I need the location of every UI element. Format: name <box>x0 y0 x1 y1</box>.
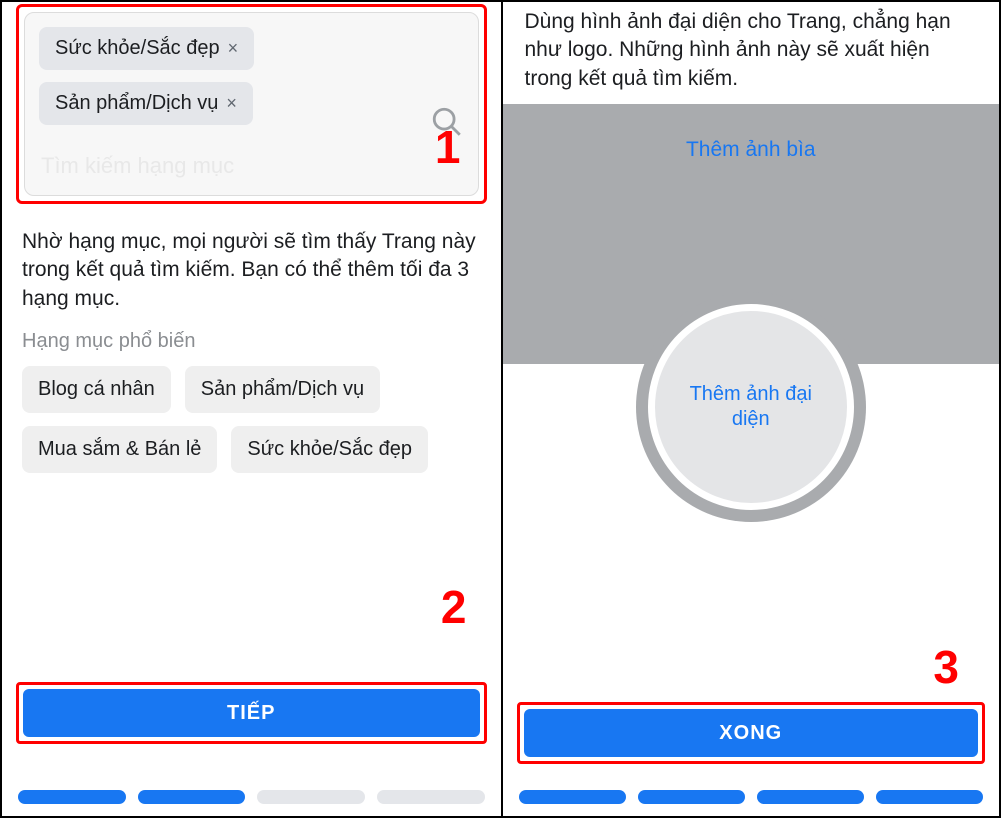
chip-health-beauty[interactable]: Sức khỏe/Sắc đẹp × <box>39 27 254 70</box>
progress-seg-4 <box>377 790 485 804</box>
popular-shopping[interactable]: Mua sắm & Bán lẻ <box>22 426 217 473</box>
chip-label: Sức khỏe/Sắc đẹp <box>55 37 220 60</box>
chip-product-service[interactable]: Sản phẩm/Dịch vụ × <box>39 82 253 125</box>
progress-seg-3 <box>757 790 864 804</box>
popular-product-service[interactable]: Sản phẩm/Dịch vụ <box>185 366 380 413</box>
app-frame: Sức khỏe/Sắc đẹp × Sản phẩm/Dịch vụ × Tì… <box>0 0 1001 818</box>
annotation-box-2: TIẾP <box>16 682 487 744</box>
progress-bar <box>18 790 485 804</box>
progress-seg-2 <box>638 790 745 804</box>
chip-label: Sản phẩm/Dịch vụ <box>55 92 218 115</box>
pane-categories: Sức khỏe/Sắc đẹp × Sản phẩm/Dịch vụ × Tì… <box>2 2 501 816</box>
image-help-text: Dùng hình ảnh đại diện cho Trang, chẳng … <box>525 8 978 93</box>
popular-row-2: Mua sắm & Bán lẻ Sức khỏe/Sắc đẹp <box>22 426 428 473</box>
popular-blog[interactable]: Blog cá nhân <box>22 366 171 413</box>
popular-health[interactable]: Sức khỏe/Sắc đẹp <box>231 426 428 473</box>
progress-seg-3 <box>257 790 365 804</box>
progress-seg-4 <box>876 790 983 804</box>
annotation-box-3: XONG <box>517 702 986 764</box>
category-help-text: Nhờ hạng mục, mọi người sẽ tìm thấy Tran… <box>22 228 481 313</box>
annotation-number-1: 1 <box>435 120 461 174</box>
add-avatar-link[interactable]: Thêm ảnh đại diện <box>676 382 826 432</box>
annotation-number-3: 3 <box>933 640 959 694</box>
selected-chips: Sức khỏe/Sắc đẹp × Sản phẩm/Dịch vụ × <box>39 27 464 125</box>
close-icon[interactable]: × <box>228 38 239 59</box>
progress-seg-2 <box>138 790 246 804</box>
avatar-ring[interactable]: Thêm ảnh đại diện <box>648 304 854 510</box>
annotation-box-1: Sức khỏe/Sắc đẹp × Sản phẩm/Dịch vụ × Tì… <box>16 4 487 204</box>
done-button[interactable]: XONG <box>524 709 979 757</box>
progress-seg-1 <box>519 790 626 804</box>
progress-bar <box>519 790 984 804</box>
progress-seg-1 <box>18 790 126 804</box>
avatar-area: Thêm ảnh đại diện <box>636 292 866 522</box>
popular-row-1: Blog cá nhân Sản phẩm/Dịch vụ <box>22 366 380 413</box>
category-input-field[interactable]: Sức khỏe/Sắc đẹp × Sản phẩm/Dịch vụ × Tì… <box>24 12 479 196</box>
close-icon[interactable]: × <box>226 93 237 114</box>
add-cover-link[interactable]: Thêm ảnh bìa <box>686 138 816 162</box>
next-button[interactable]: TIẾP <box>23 689 480 737</box>
pane-images: Dùng hình ảnh đại diện cho Trang, chẳng … <box>501 2 1000 816</box>
popular-categories-label: Hạng mục phổ biến <box>22 330 195 353</box>
annotation-number-2: 2 <box>441 580 467 634</box>
search-placeholder: Tìm kiếm hạng mục <box>41 153 234 179</box>
